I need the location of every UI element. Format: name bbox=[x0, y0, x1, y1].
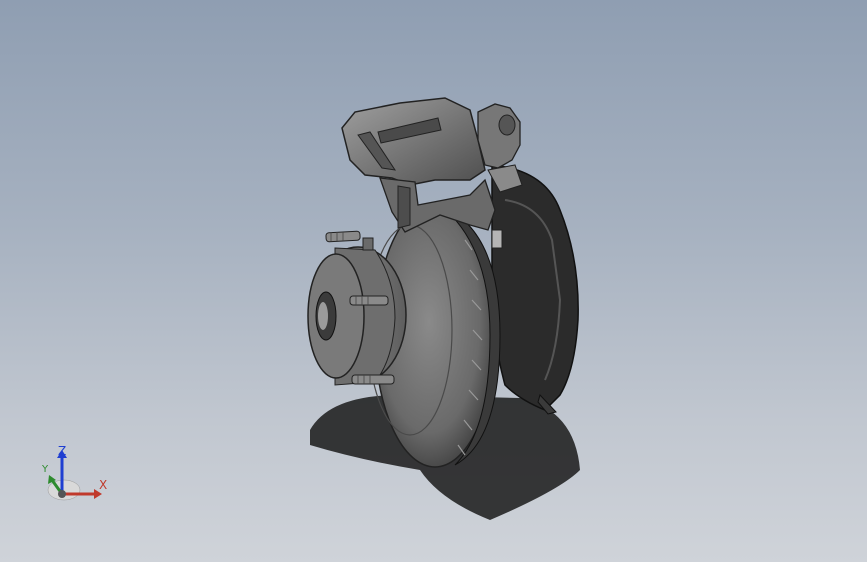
z-axis-label: Z bbox=[58, 444, 67, 458]
brake-assembly-model[interactable] bbox=[0, 0, 867, 562]
caliper-piston-housing bbox=[477, 103, 521, 169]
y-axis-label: Y bbox=[42, 464, 49, 475]
bleed-screw bbox=[491, 229, 503, 249]
backing-plate bbox=[491, 164, 579, 411]
graphics-viewport[interactable]: X Y Z bbox=[0, 0, 867, 562]
x-axis-label: X bbox=[99, 478, 108, 492]
coordinate-triad: X Y Z bbox=[38, 444, 118, 510]
triad-axes-icon bbox=[47, 450, 102, 501]
